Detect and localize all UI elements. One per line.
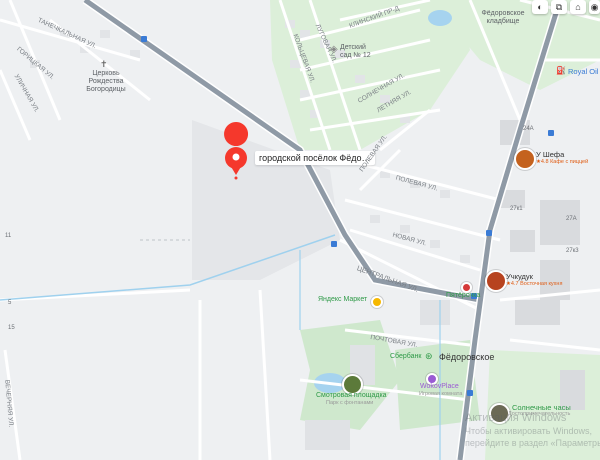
watermark-title: Активация Windows bbox=[465, 412, 567, 424]
yandex-market-label[interactable]: Яндекс Маркет bbox=[318, 296, 367, 303]
kindergarten-label-line: Детский bbox=[340, 44, 366, 51]
uchkuduk-photo[interactable] bbox=[485, 270, 507, 292]
royal-oil-label[interactable]: Royal Oil bbox=[568, 67, 598, 76]
house-number: 27к1 bbox=[510, 206, 523, 212]
u-shefa-rating: ★4.8 Кафе с пиццей bbox=[536, 159, 589, 165]
watermark-line: перейдите в раздел «Параметры». bbox=[465, 438, 600, 448]
night-mode-icon[interactable]: ◐ bbox=[532, 0, 548, 14]
location-pin-label[interactable]: городской посёлок Фёдо… bbox=[255, 151, 375, 165]
house-number: 5 bbox=[8, 300, 12, 306]
kindergarten-label: Детский сад № 12 bbox=[340, 44, 380, 60]
watermark-line: Чтобы активировать Windows, bbox=[465, 426, 592, 436]
church-label: Церковь Рождества Богородицы bbox=[86, 70, 126, 94]
settlement-icon: ⊛ bbox=[425, 351, 433, 361]
house-number: 15 bbox=[8, 325, 15, 331]
house-number: 27к3 bbox=[566, 248, 579, 254]
church-label-line: Рождества bbox=[88, 78, 124, 85]
u-shefa-name[interactable]: У Шефа bbox=[536, 150, 564, 159]
kindergarten-icon: ◈ bbox=[330, 44, 338, 55]
u-shefa-photo[interactable] bbox=[514, 148, 536, 170]
observation-deck-sublabel: Парк с фонтанами bbox=[326, 400, 374, 406]
cemetery-label-line: Фёдоровское bbox=[481, 10, 525, 17]
map-base bbox=[0, 0, 600, 460]
layers-icon[interactable]: ⧉ bbox=[551, 0, 567, 14]
pyaterochka-label[interactable]: Пятёрочка bbox=[446, 292, 480, 299]
uchkuduk-rating: ★4.7 Восточная кухня bbox=[506, 281, 563, 287]
camera-icon[interactable]: ◉ bbox=[589, 0, 600, 14]
wokov-place-label[interactable]: WokovPlace bbox=[420, 383, 459, 390]
cemetery-label: Фёдоровское кладбище bbox=[478, 10, 528, 26]
yandex-market-icon[interactable] bbox=[371, 296, 383, 308]
house-number: 11 bbox=[5, 233, 12, 239]
church-icon: ✝ bbox=[100, 59, 108, 69]
observation-deck-label[interactable]: Смотровая площадка bbox=[316, 392, 387, 399]
cemetery-label-line: кладбище bbox=[486, 18, 520, 25]
kindergarten-label-line: сад № 12 bbox=[340, 52, 371, 59]
wokov-place-sublabel: Игровая комната bbox=[419, 391, 463, 397]
church-label-line: Церковь bbox=[92, 70, 120, 77]
house-number: 24А bbox=[523, 126, 534, 132]
share-icon[interactable]: ⌂ bbox=[570, 0, 586, 14]
house-number: 27А bbox=[566, 216, 577, 222]
map-view[interactable]: городской посёлок Фёдо… ◐ ⧉ ⌂ ◉ ТАНЕЧКАЛ… bbox=[0, 0, 600, 460]
gas-station-icon: ⛽ bbox=[556, 66, 566, 75]
sberbank-label[interactable]: Сбербанк bbox=[390, 353, 421, 360]
settlement-label[interactable]: Фёдоровское bbox=[439, 352, 494, 362]
church-label-line: Богородицы bbox=[86, 86, 126, 93]
uchkuduk-name[interactable]: Учкудук bbox=[506, 272, 533, 281]
